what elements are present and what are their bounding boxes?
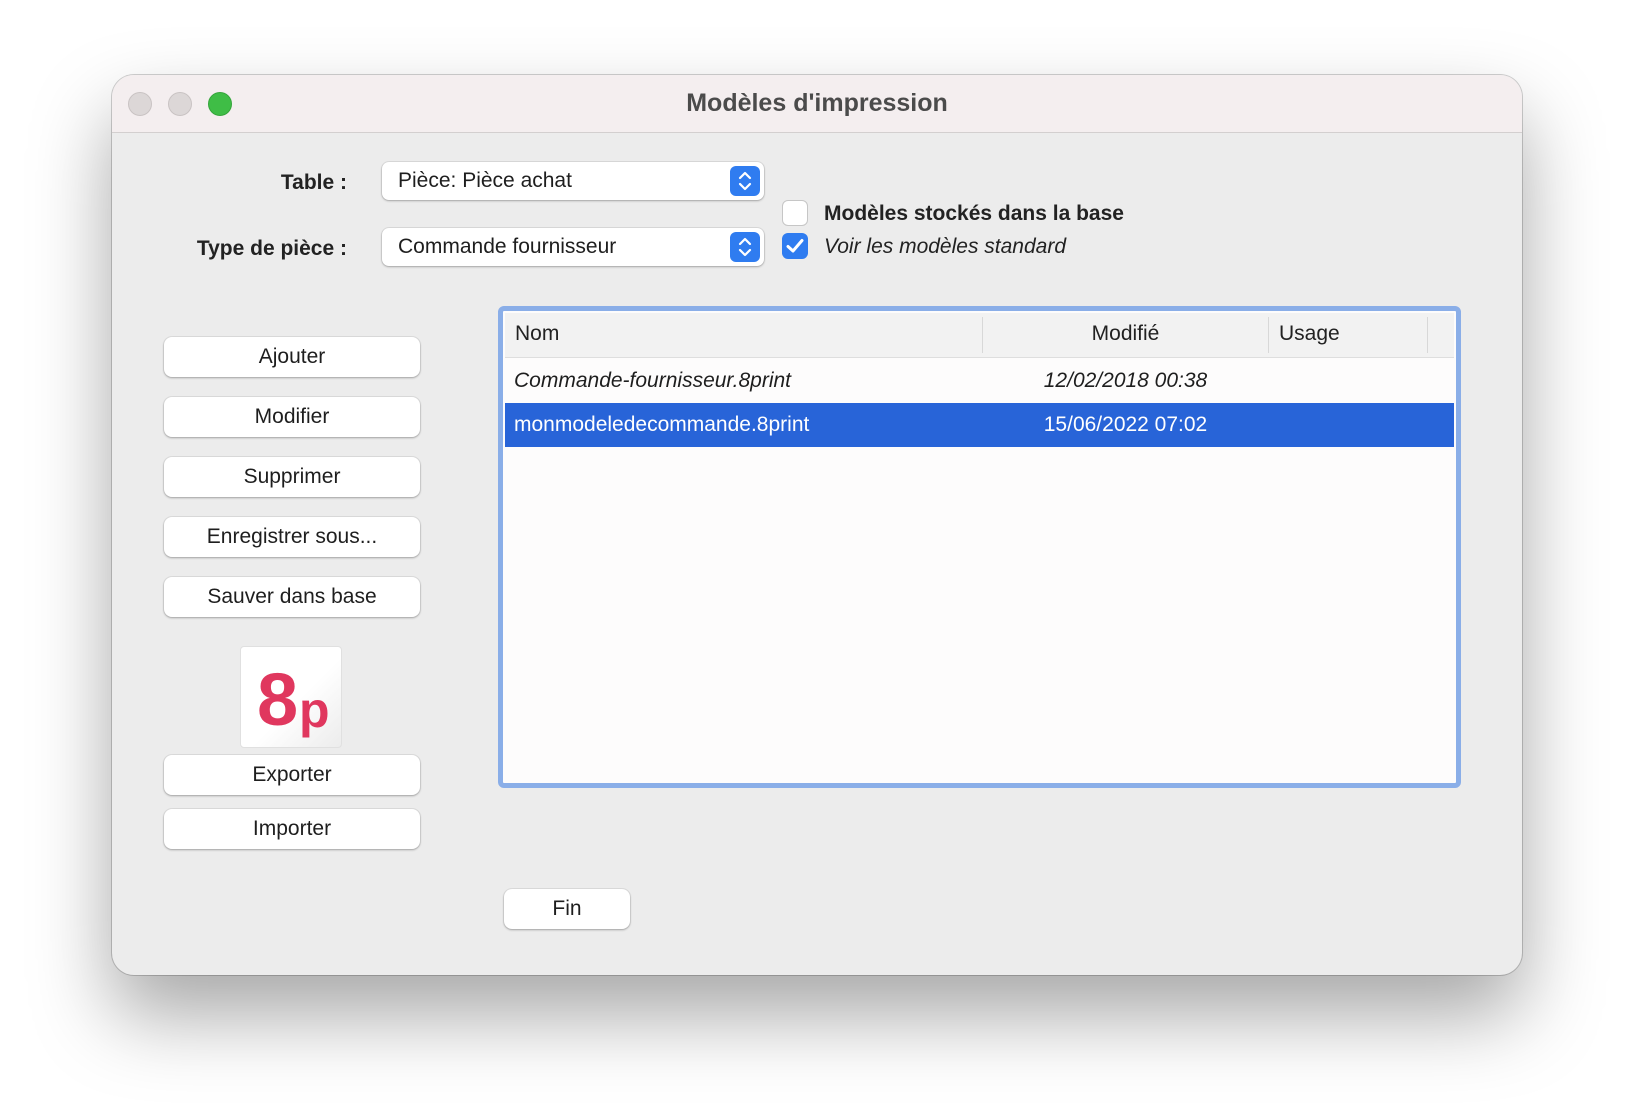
show-standard-checkbox[interactable] xyxy=(782,233,808,259)
title-bar: Modèles d'impression xyxy=(112,75,1522,133)
column-divider xyxy=(1268,317,1269,353)
save-to-database-button[interactable]: Sauver dans base xyxy=(164,577,420,617)
show-standard-label: Voir les modèles standard xyxy=(824,235,1067,258)
add-button[interactable]: Ajouter xyxy=(164,337,420,377)
templates-list[interactable]: Nom Modifié Usage Commande-fournisseur.8… xyxy=(498,306,1461,788)
document-type-select[interactable]: Commande fournisseur xyxy=(382,228,764,266)
list-header: Nom Modifié Usage xyxy=(505,313,1454,358)
document-type-select-value: Commande fournisseur xyxy=(398,235,617,258)
stored-in-database-checkbox[interactable] xyxy=(782,200,808,226)
import-button[interactable]: Importer xyxy=(164,809,420,849)
row-modified: 12/02/2018 00:38 xyxy=(1043,369,1208,392)
stored-in-database-label: Modèles stockés dans la base xyxy=(824,202,1124,225)
column-header-name[interactable]: Nom xyxy=(515,322,559,346)
logo-letter: p xyxy=(299,682,330,738)
table-label: Table : xyxy=(280,171,347,194)
chevron-up-down-icon xyxy=(730,166,760,196)
table-select[interactable]: Pièce: Pièce achat xyxy=(382,162,764,200)
column-header-modified[interactable]: Modifié xyxy=(983,322,1268,346)
delete-button[interactable]: Supprimer xyxy=(164,457,420,497)
print-templates-window: Modèles d'impression Table : Pièce: Pièc… xyxy=(112,75,1522,975)
list-row-selected[interactable]: monmodeledecommande.8print 15/06/2022 07… xyxy=(505,403,1454,447)
8print-logo: 8 p xyxy=(240,646,342,748)
list-row[interactable]: Commande-fournisseur.8print 12/02/2018 0… xyxy=(505,359,1454,403)
table-select-value: Pièce: Pièce achat xyxy=(398,169,572,192)
chevron-up-down-icon xyxy=(730,232,760,262)
row-name: monmodeledecommande.8print xyxy=(514,413,810,436)
window-title: Modèles d'impression xyxy=(686,89,948,117)
finish-button[interactable]: Fin xyxy=(504,889,630,929)
row-modified: 15/06/2022 07:02 xyxy=(1043,413,1208,436)
column-divider xyxy=(1427,317,1428,353)
save-as-button[interactable]: Enregistrer sous... xyxy=(164,517,420,557)
document-type-label: Type de pièce : xyxy=(196,237,347,260)
logo-digit: 8 xyxy=(257,658,298,741)
modify-button[interactable]: Modifier xyxy=(164,397,420,437)
checkmark-icon xyxy=(786,239,804,253)
export-button[interactable]: Exporter xyxy=(164,755,420,795)
column-header-usage[interactable]: Usage xyxy=(1279,322,1340,346)
row-name: Commande-fournisseur.8print xyxy=(514,369,792,392)
